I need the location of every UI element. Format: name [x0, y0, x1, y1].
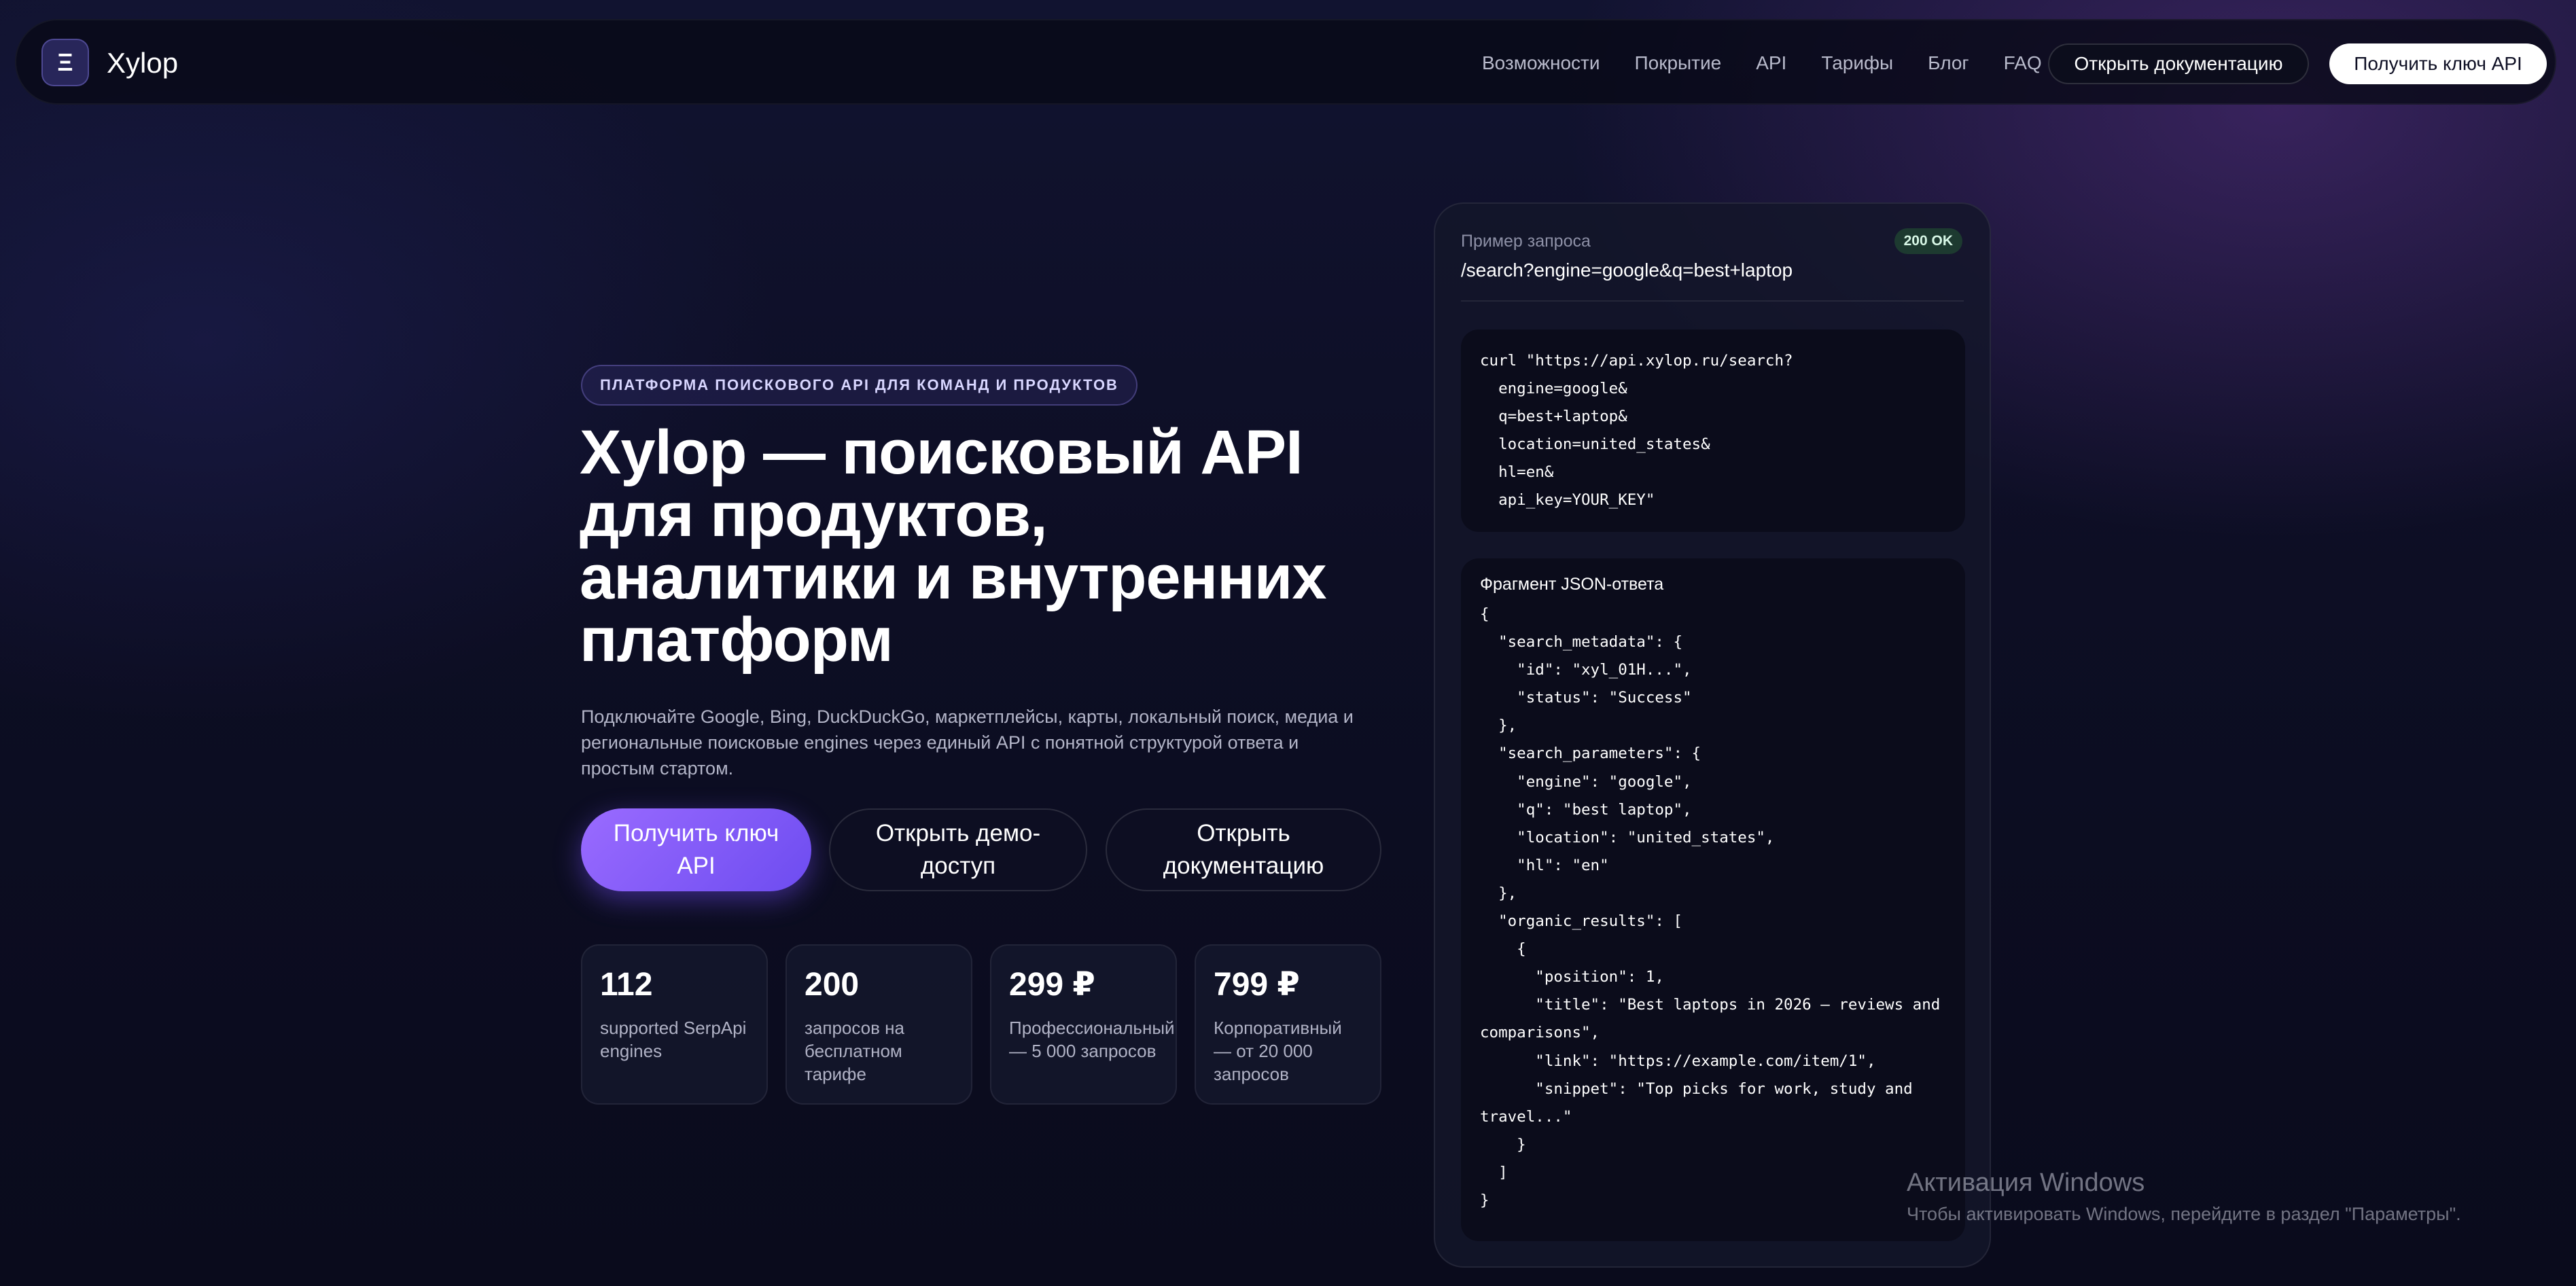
status-badge: 200 OK [1894, 228, 1962, 254]
top-navbar: Ξ Xylop Возможности Покрытие API Тарифы … [15, 19, 2556, 105]
open-docs-button[interactable]: Открыть документацию [2048, 43, 2309, 84]
windows-activation-subtitle: Чтобы активировать Windows, перейдите в … [1907, 1204, 2461, 1224]
panel-divider [1461, 300, 1964, 302]
hero-badge: ПЛАТФОРМА ПОИСКОВОГО API ДЛЯ КОМАНД И ПР… [581, 365, 1137, 406]
nav-link-faq[interactable]: FAQ [2004, 51, 2042, 75]
stat-value: 299 ₽ [1009, 967, 1095, 1003]
logo-text[interactable]: Xylop [107, 46, 178, 80]
request-endpoint: /search?engine=google&q=best+laptop [1461, 260, 1793, 281]
hero-docs-button[interactable]: Открыть документацию [1106, 808, 1381, 891]
windows-activation-title: Активация Windows [1907, 1168, 2145, 1197]
stat-label: Корпоративный — от 20 000 запросов [1214, 1018, 1342, 1084]
page-root: Ξ Xylop Возможности Покрытие API Тарифы … [0, 0, 2576, 1286]
stat-card-enterprise-plan: 799 ₽ Корпоративный — от 20 000 запросов [1195, 944, 1381, 1105]
stat-value: 799 ₽ [1214, 967, 1300, 1003]
nav-link-api[interactable]: API [1756, 51, 1786, 75]
json-code: { "search_metadata": { "id": "xyl_01H...… [1480, 605, 1941, 1209]
stat-card-pro-plan: 299 ₽ Профессиональный — 5 000 запросов [990, 944, 1177, 1105]
logo-icon[interactable]: Ξ [41, 39, 89, 86]
stat-label: запросов на бесплатном тарифе [805, 1018, 904, 1084]
stat-value: 112 [600, 967, 653, 1003]
stat-value: 200 [805, 967, 860, 1003]
stat-label: supported SerpApi engines [600, 1018, 747, 1061]
request-example-panel: Пример запроса 200 OK /search?engine=goo… [1434, 202, 1991, 1268]
hero-demo-button[interactable]: Открыть демо-доступ [829, 808, 1087, 891]
hero-get-key-button[interactable]: Получить ключ API [581, 808, 811, 891]
stat-card-engines: 112 supported SerpApi engines [581, 944, 768, 1105]
nav-link-coverage[interactable]: Покрытие [1635, 51, 1722, 75]
stat-label: Профессиональный — 5 000 запросов [1009, 1018, 1175, 1061]
curl-code-block: curl "https://api.xylop.ru/search? engin… [1461, 329, 1965, 532]
nav-link-features[interactable]: Возможности [1482, 51, 1600, 75]
nav-link-blog[interactable]: Блог [1928, 51, 1969, 75]
nav-link-pricing[interactable]: Тарифы [1821, 51, 1893, 75]
json-block-title: Фрагмент JSON-ответа [1480, 575, 1664, 594]
nav-links: Возможности Покрытие API Тарифы Блог FAQ [1482, 51, 2042, 75]
stat-card-free-requests: 200 запросов на бесплатном тарифе [786, 944, 972, 1105]
curl-code: curl "https://api.xylop.ru/search? engin… [1480, 352, 1793, 510]
hero-title: Xylop — поисковый API для продуктов, ана… [580, 418, 1327, 675]
hero-description: Подключайте Google, Bing, DuckDuckGo, ма… [581, 707, 1354, 779]
panel-caption: Пример запроса [1461, 232, 1591, 251]
json-code-block: Фрагмент JSON-ответа { "search_metadata"… [1461, 558, 1965, 1241]
get-api-key-button[interactable]: Получить ключ API [2329, 43, 2547, 84]
